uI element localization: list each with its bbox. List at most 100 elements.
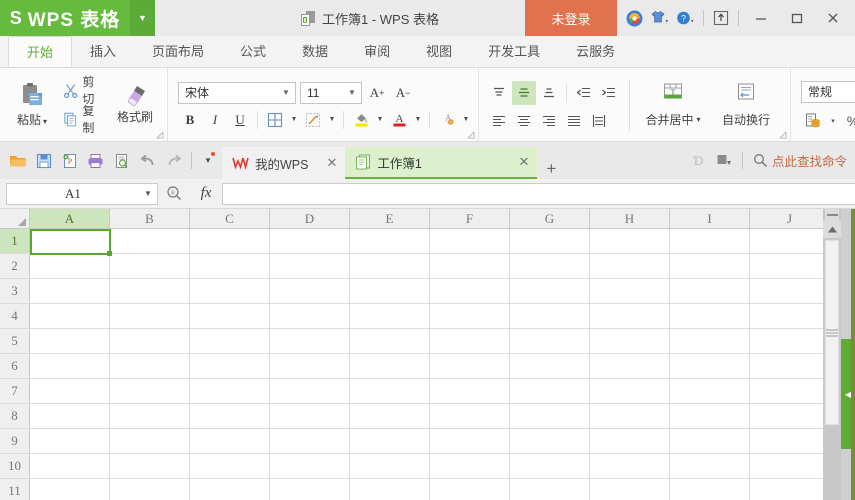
col-header-E[interactable]: E bbox=[350, 209, 430, 228]
cell-B2[interactable] bbox=[110, 254, 190, 279]
cell-I5[interactable] bbox=[670, 329, 750, 354]
cell-G9[interactable] bbox=[510, 429, 590, 454]
backup-icon[interactable] bbox=[712, 148, 736, 174]
open-icon[interactable] bbox=[5, 148, 30, 174]
cell-D6[interactable] bbox=[270, 354, 350, 379]
align-middle-icon[interactable] bbox=[512, 80, 537, 105]
draw-border-icon[interactable] bbox=[301, 108, 325, 132]
doc-tab-workbook1[interactable]: 工作簿1 ✕ bbox=[345, 147, 538, 179]
cell-E6[interactable] bbox=[350, 354, 430, 379]
cell-H11[interactable] bbox=[590, 479, 670, 500]
cell-I7[interactable] bbox=[670, 379, 750, 404]
bold-button[interactable]: B bbox=[178, 108, 202, 132]
cell-B3[interactable] bbox=[110, 279, 190, 304]
cell-G2[interactable] bbox=[510, 254, 590, 279]
insert-function-button[interactable]: fx bbox=[190, 180, 222, 208]
cell-I1[interactable] bbox=[670, 229, 750, 254]
cell-D11[interactable] bbox=[270, 479, 350, 500]
cell-F2[interactable] bbox=[430, 254, 510, 279]
cell-E10[interactable] bbox=[350, 454, 430, 479]
cell-I2[interactable] bbox=[670, 254, 750, 279]
new-tab-button[interactable]: + bbox=[537, 159, 565, 179]
accounting-format-icon[interactable] bbox=[801, 109, 825, 133]
row-header-3[interactable]: 3 bbox=[0, 279, 30, 304]
cell-J2[interactable] bbox=[750, 254, 823, 279]
login-button[interactable]: 未登录 bbox=[525, 0, 617, 36]
cell-H5[interactable] bbox=[590, 329, 670, 354]
cell-F6[interactable] bbox=[430, 354, 510, 379]
row-header-11[interactable]: 11 bbox=[0, 479, 30, 500]
cell-E8[interactable] bbox=[350, 404, 430, 429]
italic-button[interactable]: I bbox=[203, 108, 227, 132]
cell-I3[interactable] bbox=[670, 279, 750, 304]
cell-J7[interactable] bbox=[750, 379, 823, 404]
cell-B6[interactable] bbox=[110, 354, 190, 379]
zoom-name-icon[interactable]: R bbox=[158, 180, 190, 208]
cell-C6[interactable] bbox=[190, 354, 270, 379]
accounting-caret-icon[interactable]: ▾ bbox=[827, 109, 839, 133]
cell-C8[interactable] bbox=[190, 404, 270, 429]
grow-font-button[interactable]: A + bbox=[366, 82, 388, 104]
cell-D3[interactable] bbox=[270, 279, 350, 304]
cell-G1[interactable] bbox=[510, 229, 590, 254]
cell-A5[interactable] bbox=[30, 329, 110, 354]
cell-H8[interactable] bbox=[590, 404, 670, 429]
cell-C2[interactable] bbox=[190, 254, 270, 279]
tab-page-layout[interactable]: 页面布局 bbox=[134, 36, 222, 67]
cell-B5[interactable] bbox=[110, 329, 190, 354]
cell-H6[interactable] bbox=[590, 354, 670, 379]
font-name-combo[interactable]: 宋体 ▼ bbox=[178, 81, 297, 104]
customize-quick-access-icon[interactable]: ▾ bbox=[197, 148, 219, 174]
print-preview-icon[interactable] bbox=[109, 148, 134, 174]
chevron-down-icon[interactable]: ▼ bbox=[279, 88, 293, 97]
chevron-down-icon[interactable]: ▼ bbox=[139, 189, 157, 198]
cell-I6[interactable] bbox=[670, 354, 750, 379]
col-header-I[interactable]: I bbox=[670, 209, 750, 228]
row-header-5[interactable]: 5 bbox=[0, 329, 30, 354]
cell-F10[interactable] bbox=[430, 454, 510, 479]
vertical-scrollbar[interactable] bbox=[823, 209, 841, 500]
share-upload-icon[interactable] bbox=[708, 0, 734, 36]
distribute-icon[interactable] bbox=[587, 109, 611, 133]
cell-G5[interactable] bbox=[510, 329, 590, 354]
cell-C7[interactable] bbox=[190, 379, 270, 404]
cell-A6[interactable] bbox=[30, 354, 110, 379]
cell-F7[interactable] bbox=[430, 379, 510, 404]
help-icon[interactable]: ? bbox=[673, 0, 699, 36]
tab-view[interactable]: 视图 bbox=[408, 36, 470, 67]
find-command-button[interactable]: 点此查找命令 bbox=[749, 151, 847, 170]
align-right-icon[interactable] bbox=[537, 109, 561, 133]
undo-icon[interactable] bbox=[135, 148, 160, 174]
cell-B10[interactable] bbox=[110, 454, 190, 479]
format-painter-button[interactable]: 格式刷 bbox=[109, 72, 161, 138]
tab-review[interactable]: 审阅 bbox=[346, 36, 408, 67]
cell-E4[interactable] bbox=[350, 304, 430, 329]
fill-color-caret-icon[interactable]: ▼ bbox=[374, 108, 386, 132]
row-header-1[interactable]: 1 bbox=[0, 229, 30, 254]
copy-button[interactable]: 复制 bbox=[58, 104, 109, 135]
cell-F9[interactable] bbox=[430, 429, 510, 454]
close-button[interactable] bbox=[815, 0, 851, 36]
cell-F3[interactable] bbox=[430, 279, 510, 304]
cell-J5[interactable] bbox=[750, 329, 823, 354]
chevron-down-icon[interactable]: ▼ bbox=[130, 0, 155, 36]
col-header-G[interactable]: G bbox=[510, 209, 590, 228]
fill-color-icon[interactable] bbox=[349, 108, 373, 132]
cell-I9[interactable] bbox=[670, 429, 750, 454]
row-header-7[interactable]: 7 bbox=[0, 379, 30, 404]
cell-H10[interactable] bbox=[590, 454, 670, 479]
col-header-B[interactable]: B bbox=[110, 209, 190, 228]
cell-B8[interactable] bbox=[110, 404, 190, 429]
borders-icon[interactable] bbox=[263, 108, 287, 132]
cell-A7[interactable] bbox=[30, 379, 110, 404]
cell-J11[interactable] bbox=[750, 479, 823, 500]
cell-D1[interactable] bbox=[270, 229, 350, 254]
cell-D10[interactable] bbox=[270, 454, 350, 479]
cell-J3[interactable] bbox=[750, 279, 823, 304]
tab-formula[interactable]: 公式 bbox=[222, 36, 284, 67]
col-header-F[interactable]: F bbox=[430, 209, 510, 228]
cell-A4[interactable] bbox=[30, 304, 110, 329]
cell-E7[interactable] bbox=[350, 379, 430, 404]
cell-J9[interactable] bbox=[750, 429, 823, 454]
close-tab-icon[interactable]: ✕ bbox=[506, 154, 529, 170]
